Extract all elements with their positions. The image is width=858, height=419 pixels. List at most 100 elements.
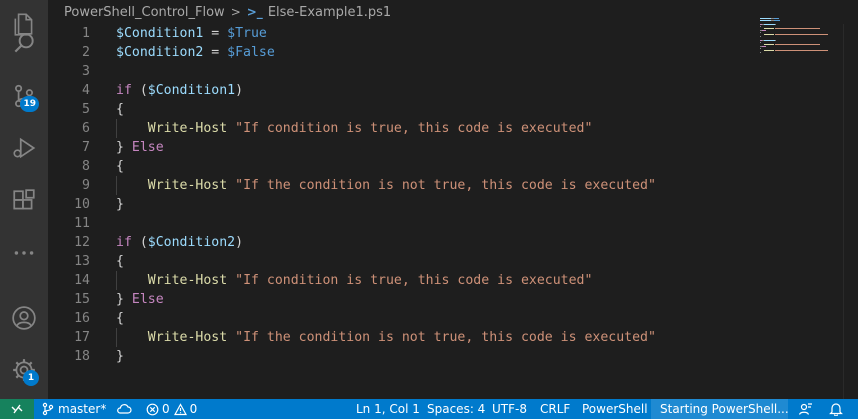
code-line[interactable]: 3 <box>48 62 748 81</box>
extensions-button[interactable] <box>0 177 48 225</box>
sync-button[interactable] <box>116 399 132 419</box>
language-mode[interactable]: PowerShell <box>582 399 648 419</box>
line-number: 5 <box>82 102 90 117</box>
problems-indicator[interactable]: 0 0 <box>146 399 197 419</box>
code-token: "If the condition is not true, this code… <box>235 178 656 193</box>
minimap-token <box>775 44 820 45</box>
scrollbar[interactable] <box>843 24 858 399</box>
status-bar: master* 0 0 Ln 1, Col 1 Spaces: 4 UTF-8 … <box>0 399 858 419</box>
more-button[interactable] <box>0 229 48 277</box>
minimap-token <box>760 32 761 33</box>
code-line[interactable]: 4 if ($Condition1) <box>48 81 748 100</box>
branch-name: master* <box>58 402 107 416</box>
code-token: if <box>116 235 132 250</box>
code-line[interactable]: 8{ <box>48 157 748 176</box>
notifications-button[interactable] <box>829 399 843 419</box>
cursor-position[interactable]: Ln 1, Col 1 <box>356 399 420 419</box>
code-line[interactable]: 12 if ($Condition2) <box>48 233 748 252</box>
line-number: 11 <box>74 216 90 231</box>
code-token: $False <box>227 45 275 60</box>
source-control-badge: 19 <box>20 96 39 112</box>
source-control-button[interactable]: 19 <box>0 72 48 120</box>
code-token: = <box>203 26 228 41</box>
line-number: 7 <box>82 140 90 155</box>
line-number: 1 <box>82 26 90 41</box>
code-line[interactable]: 13 { <box>48 252 748 271</box>
line-ending[interactable]: CRLF <box>540 399 570 419</box>
error-icon <box>146 403 159 415</box>
code-token: "If condition is true, this code is exec… <box>235 121 593 136</box>
minimap-token <box>764 40 775 41</box>
code-token: Write-Host <box>147 273 228 288</box>
code-line[interactable]: 1 $Condition1 = $True <box>48 24 748 43</box>
powershell-session-status[interactable]: Starting PowerShell... <box>651 399 789 419</box>
indentation[interactable]: Spaces: 4 <box>427 399 485 419</box>
bell-icon <box>829 403 843 416</box>
code-line[interactable]: 11 <box>48 214 748 233</box>
code-line[interactable]: 7 } Else <box>48 138 748 157</box>
line-number: 10 <box>74 197 90 212</box>
code-text: { <box>116 102 124 117</box>
code-text: } Else <box>116 292 164 307</box>
code-text: } <box>116 349 124 364</box>
code-text: } <box>116 197 124 212</box>
breadcrumb-file[interactable]: Else-Example1.ps1 <box>268 5 391 20</box>
minimap-token <box>762 46 766 47</box>
remote-icon <box>11 404 23 414</box>
line-number: 12 <box>74 235 90 250</box>
powershell-file-icon: >_ <box>246 5 263 19</box>
code-line[interactable]: 9 Write-Host "If the condition is not tr… <box>48 176 748 195</box>
code-line[interactable]: 18} <box>48 347 748 366</box>
minimap-token <box>764 50 774 51</box>
line-number: 4 <box>82 83 90 98</box>
code-text: { <box>116 311 124 326</box>
minimap-token <box>774 18 779 19</box>
minimap-token <box>760 42 761 43</box>
search-button[interactable] <box>0 19 48 67</box>
code-text: if ($Condition2) <box>116 235 243 250</box>
code-token: Else <box>131 292 164 307</box>
line-number: 15 <box>74 292 90 307</box>
code-line[interactable]: 16 { <box>48 309 748 328</box>
code-line[interactable]: 17 Write-Host "If the condition is not t… <box>48 328 748 347</box>
line-number: 9 <box>82 178 90 193</box>
chevron-right-icon: > <box>230 5 241 19</box>
code-line[interactable]: 2 $Condition2 = $False <box>48 43 748 62</box>
encoding[interactable]: UTF-8 <box>492 399 527 419</box>
code-token: ( <box>131 83 148 98</box>
code-text: } Else <box>116 140 164 155</box>
manage-button[interactable]: 1 <box>0 346 48 394</box>
line-number: 17 <box>74 330 90 345</box>
minimap-token <box>775 34 828 35</box>
code-line[interactable]: 15} Else <box>48 290 748 309</box>
branch-indicator[interactable]: master* <box>42 399 106 419</box>
line-number: 2 <box>82 45 90 60</box>
accounts-button[interactable] <box>0 294 48 342</box>
code-token: ( <box>131 235 148 250</box>
breadcrumb-folder[interactable]: PowerShell_Control_Flow <box>64 5 225 20</box>
remote-indicator[interactable] <box>0 399 34 419</box>
code-line[interactable]: 10} <box>48 195 748 214</box>
code-token: Write-Host <box>147 330 228 345</box>
settings-badge: 1 <box>23 370 39 386</box>
code-text: Write-Host "If the condition is not true… <box>116 178 656 193</box>
code-text: Write-Host "If the condition is not true… <box>116 330 656 345</box>
code-line[interactable]: 5{ <box>48 100 748 119</box>
minimap-token <box>764 28 774 29</box>
code-text: Write-Host "If condition is true, this c… <box>116 121 593 136</box>
minimap-token <box>775 24 776 25</box>
run-debug-button[interactable] <box>0 124 48 172</box>
minimap-token <box>775 40 776 41</box>
account-icon <box>12 306 36 330</box>
code-line[interactable]: 14 Write-Host "If condition is true, thi… <box>48 271 748 290</box>
code-token: } <box>116 292 132 307</box>
feedback-button[interactable] <box>798 399 813 419</box>
code-token: ) <box>235 235 244 250</box>
code-editor[interactable]: 1 $Condition1 = $True 2 $Condition2 = $Fals… <box>48 24 758 399</box>
code-line[interactable]: 6 Write-Host "If condition is true, this… <box>48 119 748 138</box>
code-token: } <box>116 349 124 364</box>
line-number: 3 <box>82 64 90 79</box>
